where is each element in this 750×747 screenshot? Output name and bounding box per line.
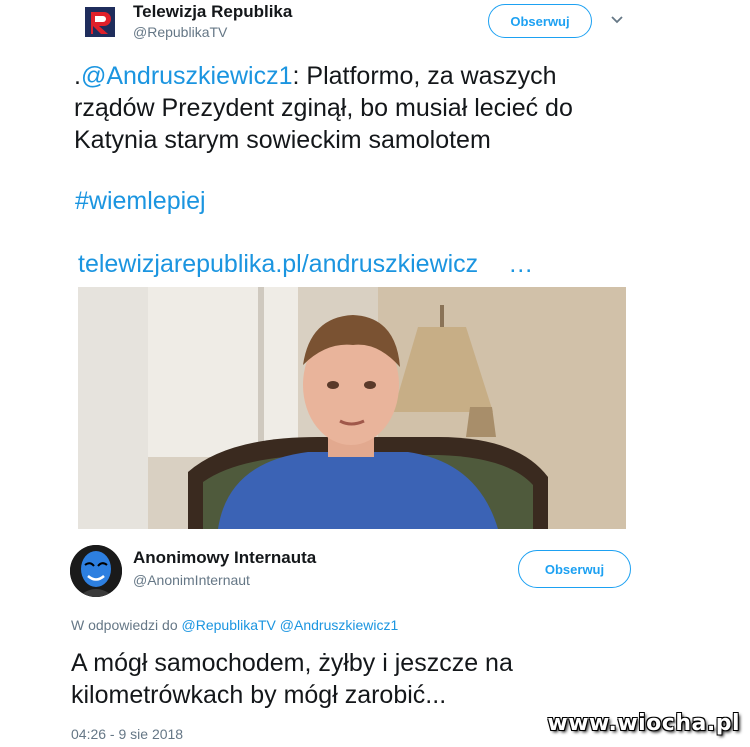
reply-author-name[interactable]: Anonimowy Internauta [133, 548, 316, 568]
in-reply-to-mention-1[interactable]: @RepublikaTV [182, 617, 276, 633]
in-reply-to: W odpowiedzi do @RepublikaTV @Andruszkie… [71, 617, 398, 633]
tweet-text-line-2: rządów Prezydent zginął, bo musiał lecie… [74, 94, 573, 122]
tweet-text-line-1: .@Andruszkiewicz1: Platformo, za waszych [74, 60, 674, 92]
site-watermark: www.wiocha.pl [547, 711, 740, 736]
hashtag-link[interactable]: #wiemlepiej [75, 185, 206, 217]
tweet-author-name[interactable]: Telewizja Republika [133, 2, 292, 22]
tweet-text-prefix: . [74, 62, 81, 90]
article-link[interactable]: telewizjarepublika.pl/andruszkiewicz … [78, 248, 533, 280]
tweet-text: .@Andruszkiewicz1: Platformo, za waszych… [74, 60, 674, 156]
video-thumbnail[interactable] [78, 287, 626, 529]
in-reply-to-mention-2[interactable]: @Andruszkiewicz1 [280, 617, 398, 633]
tweet-author-handle[interactable]: @RepublikaTV [133, 24, 227, 40]
reply-follow-button[interactable]: Obserwuj [518, 550, 631, 588]
link-ellipsis: … [508, 250, 534, 278]
reply-text-line-2: kilometrówkach by mógł zarobić... [71, 681, 447, 709]
reply-timestamp[interactable]: 04:26 - 9 sie 2018 [71, 726, 183, 742]
tweet-text-line1-rest: : Platformo, za waszych [292, 62, 557, 90]
in-reply-prefix: W odpowiedzi do [71, 617, 178, 633]
chevron-down-icon[interactable] [608, 11, 626, 29]
reply-author-handle[interactable]: @AnonimInternaut [133, 572, 250, 588]
tweet-text-line-3: Katynia starym sowieckim samolotem [74, 126, 491, 154]
article-link-text[interactable]: telewizjarepublika.pl/andruszkiewicz [78, 250, 478, 278]
reply-text-line-1: A mógł samochodem, żyłby i jeszcze na [71, 649, 513, 677]
follow-button[interactable]: Obserwuj [488, 4, 592, 38]
republika-logo-icon[interactable] [82, 4, 118, 40]
anonymous-mask-avatar[interactable] [70, 545, 122, 597]
reply-text: A mógł samochodem, żyłby i jeszcze na ki… [71, 647, 691, 711]
mention-link[interactable]: @Andruszkiewicz1 [81, 62, 293, 90]
